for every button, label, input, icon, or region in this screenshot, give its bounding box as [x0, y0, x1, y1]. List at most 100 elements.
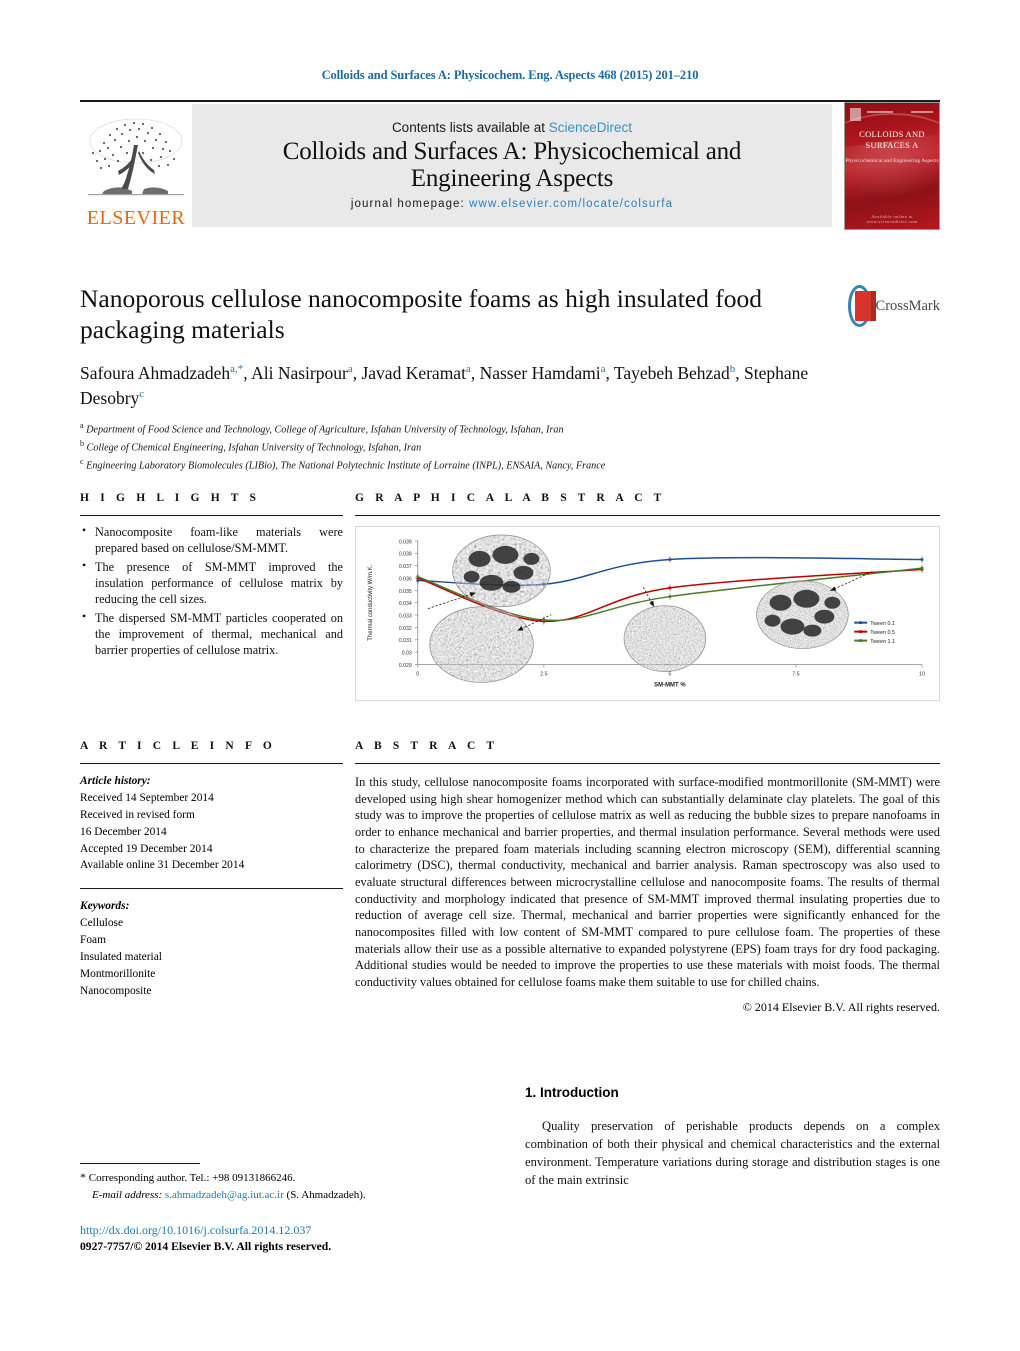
highlights-heading: H I G H L I G H T S	[80, 492, 261, 504]
highlights-divider	[80, 515, 343, 516]
highlight-item: The presence of SM-MMT improved the insu…	[82, 558, 343, 608]
running-head: Colloids and Surfaces A: Physicochem. En…	[321, 68, 699, 82]
keyword-items: Cellulose Foam Insulated material Montmoril…	[80, 915, 343, 999]
keywords: Keywords: Cellulose Foam Insulated materia…	[80, 898, 343, 999]
graphical-abstract-section: G R A P H I C A L A B S T R A C T 0.029 0…	[355, 492, 940, 701]
article-history: Article history: Received 14 September 2…	[80, 773, 343, 874]
homepage-label: journal homepage:	[350, 197, 465, 210]
keyword-item: Montmorillonite	[80, 967, 156, 980]
affiliation-item: c Engineering Laboratory Biomolecules (L…	[80, 457, 606, 472]
chart-legend-entry: Tween 1.1	[854, 639, 895, 645]
x-axis-tick-label: 10	[919, 671, 925, 677]
abstract-text: In this study, cellulose nanocomposite f…	[355, 775, 940, 990]
article-history-item: Accepted 19 December 2014	[80, 842, 213, 855]
article-history-item: Available online 31 December 2014	[80, 859, 245, 872]
article-history-items: Received 14 September 2014 Received in re…	[80, 790, 343, 874]
cover-arc	[845, 113, 939, 223]
graphical-abstract-figure: 0.029 0.03 0.031 0.032 0.033 0.034 0.035 0.036 0…	[355, 526, 940, 701]
author-name: Safoura Ahmadzadeha,*	[80, 363, 244, 384]
email-line: E-mail address: s.ahmadzadeh@ag.iut.ac.i…	[80, 1187, 510, 1204]
x-axis-tick-label: 0	[416, 671, 419, 677]
article-history-item: Received in revised form	[80, 808, 195, 821]
y-axis-tick-label: 0.038	[399, 552, 412, 558]
chart-legend-label: Tween 0.1	[870, 621, 895, 627]
highlight-item: Nanocomposite foam-like materials were p…	[82, 523, 343, 557]
y-axis-tick-label: 0.034	[399, 601, 412, 607]
author-affiliation-marker: c	[139, 388, 145, 401]
author-affiliation-marker: b	[729, 363, 736, 376]
y-axis-tick-label: 0.033	[399, 613, 412, 619]
affiliation-item: b College of Chemical Engineering, Isfah…	[80, 439, 422, 454]
sem-micrograph-inset	[756, 580, 849, 649]
highlights-list: Nanocomposite foam-like materials were p…	[80, 523, 343, 659]
crossmark-book	[855, 291, 876, 321]
introduction-section: 1. Introduction Quality preservation of …	[525, 1085, 940, 1190]
affiliation-item: a Department of Food Science and Technol…	[80, 420, 564, 436]
journal-masthead: ELSEVIER Contents lists available at Sci…	[80, 100, 940, 230]
article-first-page: Colloids and Surfaces A: Physicochem. En…	[0, 0, 1020, 1351]
introduction-paragraph: Quality preservation of perishable produ…	[525, 1119, 940, 1187]
homepage-url-link[interactable]: www.elsevier.com/locate/colsurfa	[469, 198, 673, 210]
sciencedirect-link[interactable]: ScienceDirect	[549, 120, 632, 135]
issn-copyright-line: 0927-7757/© 2014 Elsevier B.V. All right…	[80, 1240, 332, 1254]
keyword-item: Cellulose	[80, 917, 124, 930]
keyword-item: Foam	[80, 934, 106, 946]
article-history-item: Received 14 September 2014	[80, 791, 214, 804]
sem-leader-arrowhead	[649, 600, 654, 607]
y-axis-tick-label: 0.039	[399, 539, 412, 545]
article-info-heading: A R T I C L E I N F O	[80, 740, 276, 752]
y-axis-tick-label: 0.029	[399, 663, 412, 669]
email-suffix: (S. Ahmadzadeh).	[286, 1188, 366, 1201]
x-axis-tick-label: 2.5	[540, 671, 547, 677]
chart-legend-label: Tween 0.5	[870, 630, 895, 636]
author-affiliation-marker: a	[465, 363, 471, 376]
author-list: Safoura Ahmadzadeha,*, Ali Nasirpoura, J…	[80, 363, 809, 409]
abstract-section: A B S T R A C T In this study, cellulose…	[355, 740, 940, 1015]
author-name: Ali Nasirpoura	[251, 363, 353, 384]
abstract-copyright: © 2014 Elsevier B.V. All rights reserved…	[742, 999, 940, 1014]
cover-footer: Available online at www.sciencedirect.co…	[866, 214, 918, 224]
article-info-divider	[80, 763, 343, 764]
doi-link[interactable]: http://dx.doi.org/10.1016/j.colsurfa.201…	[80, 1222, 540, 1239]
journal-band: Contents lists available at ScienceDirec…	[192, 104, 832, 227]
elsevier-wordmark: ELSEVIER	[86, 207, 186, 229]
affiliation-list: a Department of Food Science and Technol…	[80, 420, 940, 475]
sem-micrograph-inset	[623, 605, 707, 672]
corresponding-text: Corresponding author. Tel.: +98 09131866…	[88, 1172, 296, 1184]
author-name: Nasser Hamdamia	[479, 363, 606, 384]
author-affiliation-marker: a	[347, 363, 353, 376]
y-axis-tick-label: 0.036	[399, 576, 412, 582]
sem-micrograph-inset	[429, 606, 534, 683]
abstract-divider	[355, 763, 940, 764]
chart-legend-entry: Tween 0.1	[854, 621, 895, 627]
graphical-abstract-heading: G R A P H I C A L A B S T R A C T	[355, 492, 666, 504]
contents-available-line: Contents lists available at ScienceDirec…	[392, 120, 632, 135]
highlight-item: The dispersed SM-MMT particles cooperate…	[82, 609, 343, 659]
keyword-item: Nanocomposite	[80, 984, 152, 997]
corresponding-author-note: * Corresponding author. Tel.: +98 091318…	[80, 1168, 510, 1203]
article-info-section: A R T I C L E I N F O Article history: R…	[80, 740, 343, 1000]
keyword-item: Insulated material	[80, 950, 162, 963]
sem-micrograph-inset	[452, 534, 551, 608]
crossmark-label: CrossMark	[875, 297, 940, 314]
email-link[interactable]: s.ahmadzadeh@ag.iut.ac.ir	[165, 1189, 284, 1201]
y-axis-tick-label: 0.032	[399, 626, 412, 632]
author-name: Javad Keramata	[361, 363, 471, 384]
y-axis-tick-label: 0.03	[402, 651, 412, 657]
cover-rule-2	[911, 111, 933, 113]
journal-title-line1: Colloids and Surfaces A: Physicochemical…	[282, 137, 742, 165]
keywords-divider	[80, 888, 343, 890]
keywords-label: Keywords:	[80, 900, 130, 913]
y-axis-tick-label: 0.035	[399, 589, 412, 595]
x-axis-tick-label: 7.5	[792, 671, 799, 677]
highlights-section: H I G H L I G H T S Nanocomposite foam-l…	[80, 492, 343, 661]
introduction-heading: 1. Introduction	[525, 1085, 619, 1100]
article-history-item: 16 December 2014	[80, 825, 167, 838]
footnote-divider	[80, 1163, 200, 1164]
abstract-heading: A B S T R A C T	[355, 740, 499, 752]
email-label: E-mail address:	[92, 1188, 163, 1201]
journal-homepage-line: journal homepage: www.elsevier.com/locat…	[351, 198, 673, 210]
corresponding-author-line: * Corresponding author. Tel.: +98 091318…	[80, 1168, 510, 1187]
crossmark-badge[interactable]: CrossMark	[848, 283, 940, 329]
chart-legend-label: Tween 1.1	[870, 639, 895, 645]
